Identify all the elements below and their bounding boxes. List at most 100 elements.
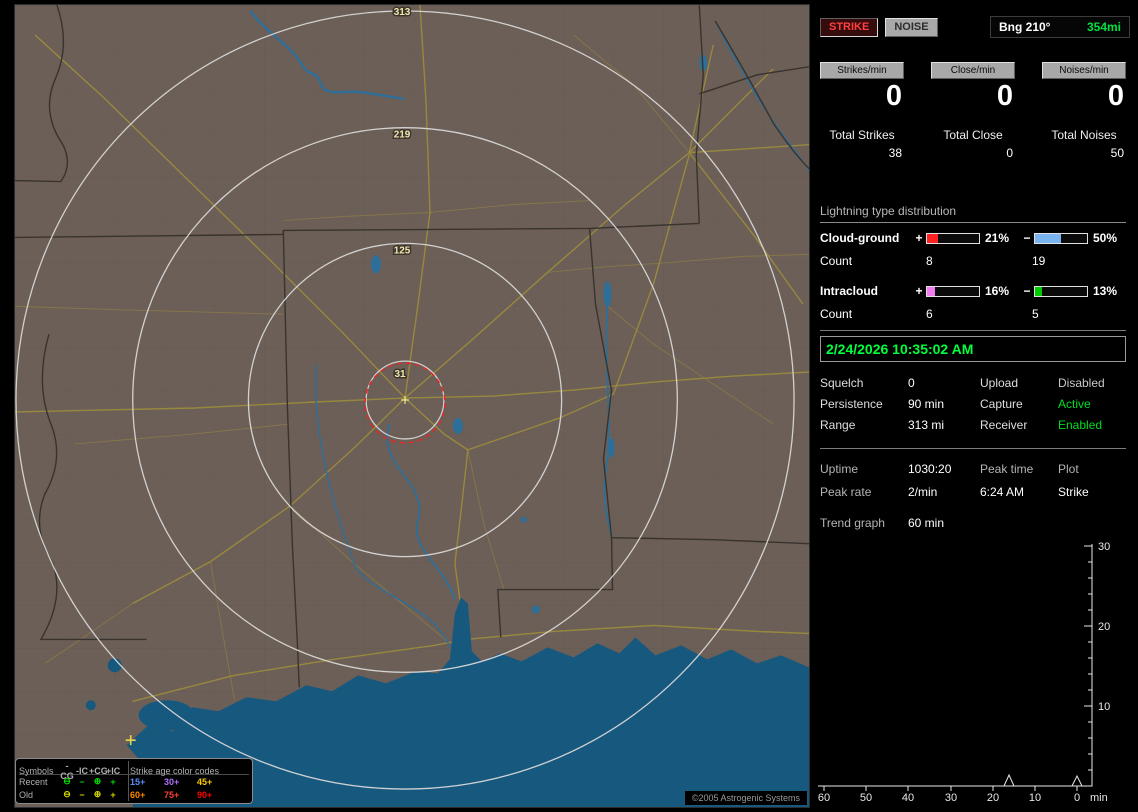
ic-plus-count: 6 xyxy=(926,307,933,321)
trend-chart: 30 20 10 60 50 40 30 20 10 0 min xyxy=(818,541,1110,804)
trend-window-value: 60 min xyxy=(908,516,945,530)
legend-divider xyxy=(128,761,129,801)
settings-grid: Squelch 0 Upload Disabled Persistence 90… xyxy=(820,376,1126,432)
chart-x-tick: 30 xyxy=(945,792,957,804)
peak-rate-label: Peak rate xyxy=(820,485,872,499)
plot-label: Plot xyxy=(1058,462,1079,476)
old-neg-cg-icon: ⊖ xyxy=(63,789,71,799)
peak-time-label: Peak time xyxy=(980,462,1034,476)
datetime-display: 2/24/2026 10:35:02 AM xyxy=(820,336,1126,362)
cg-count-label: Count xyxy=(820,254,853,268)
persistence-value: 90 min xyxy=(908,397,945,411)
datetime-value: 2/24/2026 10:35:02 AM xyxy=(826,341,974,357)
uptime-label: Uptime xyxy=(820,462,859,476)
peak-rate-value: 2/min xyxy=(908,485,938,499)
ic-minus-count: 5 xyxy=(1032,307,1039,321)
mode-button-row: STRIKE NOISE Bng 210° 354mi xyxy=(820,16,1130,38)
strike-mode-button[interactable]: STRIKE xyxy=(820,17,879,37)
chart-y-tick: 20 xyxy=(1098,621,1110,633)
legend-age-title: Strike age color codes xyxy=(130,766,220,776)
squelch-label: Squelch xyxy=(820,376,864,390)
separator xyxy=(820,448,1126,449)
total-strikes-value: 38 xyxy=(888,146,902,160)
map-view[interactable]: 313 219 125 31 Symbols -CG -IC +CG +IC S… xyxy=(14,4,810,808)
cg-minus-count: 19 xyxy=(1032,254,1046,268)
legend-symbols-title: Symbols xyxy=(19,766,54,776)
bearing-readout: Bng 210° 354mi xyxy=(990,16,1130,38)
range-ring-label: 31 xyxy=(394,369,406,380)
chart-x-tick: 10 xyxy=(1029,792,1041,804)
persistence-label: Persistence xyxy=(820,397,883,411)
receiver-value: Enabled xyxy=(1058,418,1103,432)
distribution-title: Lightning type distribution xyxy=(820,204,1126,223)
capture-value: Active xyxy=(1058,397,1091,411)
ic-minus-bar-fill xyxy=(1035,286,1042,296)
legend-col-pos-ic: +IC xyxy=(106,766,121,776)
noises-stat-column: Noises/min 0 Total Noises 50 xyxy=(1042,62,1126,160)
strikes-per-min-chip[interactable]: Strikes/min xyxy=(820,62,904,79)
cg-minus-bar-fill xyxy=(1035,233,1061,243)
range-value: 313 mi xyxy=(908,418,945,432)
age-code-60: 60+ xyxy=(130,789,146,800)
minus-sign: − xyxy=(1023,284,1031,298)
squelch-value: 0 xyxy=(908,376,915,390)
cg-plus-pct: 21% xyxy=(985,231,1010,245)
plus-sign: + xyxy=(915,284,923,298)
cloud-ground-label: Cloud-ground xyxy=(820,231,900,245)
plus-sign: + xyxy=(915,231,923,245)
status-grid: Uptime 1030:20 Peak time Plot Peak rate … xyxy=(820,462,1126,499)
chart-x-tick: 20 xyxy=(987,792,999,804)
chart-x-tick: 50 xyxy=(860,792,872,804)
trend-graph-label: Trend graph xyxy=(820,516,885,530)
total-strikes-label: Total Strikes xyxy=(829,128,895,142)
old-pos-ic-icon: + xyxy=(110,789,116,800)
cloud-ground-row: Cloud-ground + 21% − 50% xyxy=(820,231,1126,245)
age-code-45: 45+ xyxy=(197,776,213,787)
old-neg-ic-icon: − xyxy=(79,789,85,800)
old-pos-cg-icon: ⊕ xyxy=(93,789,102,799)
range-ring-label: 313 xyxy=(394,7,411,18)
peak-time-value: 6:24 AM xyxy=(980,485,1025,499)
close-per-min-value: 0 xyxy=(996,80,1013,112)
chart-x-tick: 0 xyxy=(1074,792,1080,804)
trend-graph-row: Trend graph 60 min xyxy=(820,516,944,530)
trend-spikes xyxy=(1003,773,1083,787)
rate-stats: Strikes/min 0 Total Strikes 38 Close/min… xyxy=(820,62,1126,160)
strikes-per-min-value: 0 xyxy=(885,80,902,112)
minus-sign: − xyxy=(1023,231,1031,245)
cg-plus-bar xyxy=(926,232,980,244)
map-legend: Symbols -CG -IC +CG +IC Strike age color… xyxy=(15,758,253,804)
noise-mode-button[interactable]: NOISE xyxy=(885,17,938,37)
intracloud-row: Intracloud + 16% − 13% xyxy=(820,284,1126,298)
total-noises-label: Total Noises xyxy=(1051,128,1117,142)
cg-count-row: Count 8 19 xyxy=(820,254,1126,268)
total-close-label: Total Close xyxy=(943,128,1003,142)
copyright-notice: ©2005 Astrogenic Systems xyxy=(684,791,807,805)
legend-old-label: Old xyxy=(19,789,34,800)
total-noises-value: 50 xyxy=(1110,146,1124,160)
close-stat-column: Close/min 0 Total Close 0 xyxy=(931,62,1015,160)
legend-col-pos-cg: +CG xyxy=(89,766,108,776)
age-code-30: 30+ xyxy=(164,776,180,787)
ic-minus-bar xyxy=(1034,285,1088,297)
ic-plus-pct: 16% xyxy=(985,284,1010,298)
ic-minus-pct: 13% xyxy=(1093,284,1118,298)
range-ring-label: 219 xyxy=(394,130,411,141)
recent-pos-ic-icon: + xyxy=(110,776,116,787)
recent-neg-ic-icon: − xyxy=(79,776,85,787)
strikes-stat-column: Strikes/min 0 Total Strikes 38 xyxy=(820,62,904,160)
status-panel: STRIKE NOISE Bng 210° 354mi Strikes/min … xyxy=(818,6,1130,808)
uptime-value: 1030:20 xyxy=(908,462,952,476)
ic-count-label: Count xyxy=(820,307,853,321)
upload-value: Disabled xyxy=(1058,376,1105,390)
recent-neg-cg-icon: ⊖ xyxy=(63,776,71,786)
capture-label: Capture xyxy=(980,397,1023,411)
range-ring-label: 125 xyxy=(394,245,411,256)
ic-plus-bar-fill xyxy=(927,286,936,296)
noises-per-min-chip[interactable]: Noises/min xyxy=(1042,62,1126,79)
chart-x-tick: 60 xyxy=(818,792,830,804)
cg-plus-bar-fill xyxy=(927,233,938,243)
age-code-90: 90+ xyxy=(197,789,213,800)
close-per-min-chip[interactable]: Close/min xyxy=(931,62,1015,79)
noises-per-min-value: 0 xyxy=(1107,80,1124,112)
